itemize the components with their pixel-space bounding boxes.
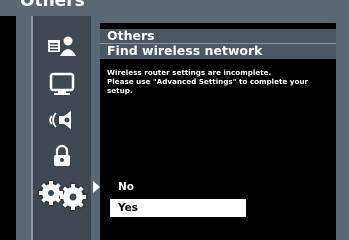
- page-title: Find wireless network: [107, 43, 263, 58]
- header-category: Others: [107, 28, 155, 43]
- parental-lock-icon: [54, 144, 70, 166]
- menu-item-lock[interactable]: [39, 140, 85, 172]
- status-message-line2: Please use "Advanced Settings" to comple…: [107, 77, 309, 95]
- selection-arrow-icon: [93, 181, 100, 193]
- top-banner: Others: [0, 0, 349, 16]
- menu-icon-column: [31, 16, 91, 240]
- language-settings-icon: [48, 36, 76, 56]
- others-gears-icon: [39, 181, 86, 210]
- menu-item-others[interactable]: [35, 177, 89, 213]
- setup-menu-screen: Others Others Find wireless network Wire…: [0, 0, 349, 240]
- status-message: Wireless router settings are incomplete.…: [107, 68, 333, 95]
- status-message-line1: Wireless router settings are incomplete.: [107, 68, 272, 77]
- audio-speaker-icon: [49, 111, 71, 129]
- display-monitor-icon: [49, 72, 75, 95]
- menu-item-language[interactable]: [39, 30, 85, 62]
- top-banner-text: Others: [20, 0, 85, 11]
- menu-item-audio[interactable]: [39, 104, 85, 136]
- menu-item-display[interactable]: [39, 68, 85, 100]
- option-yes[interactable]: Yes: [110, 199, 246, 217]
- option-no[interactable]: No: [110, 178, 246, 196]
